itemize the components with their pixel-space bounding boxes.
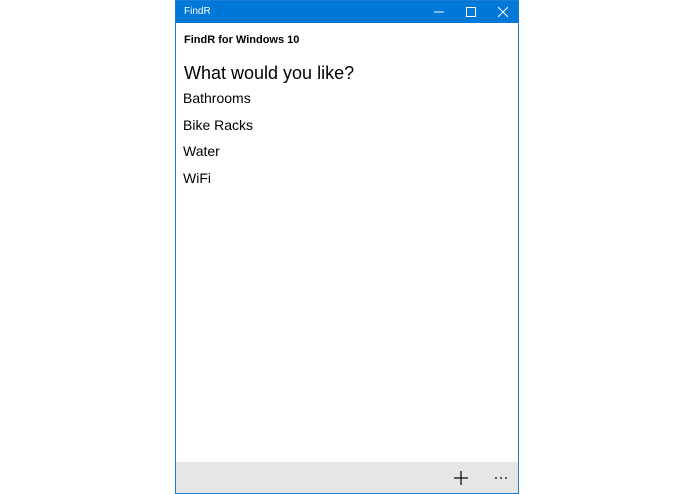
page-title: What would you like? <box>184 63 355 83</box>
ellipsis-icon <box>495 476 507 479</box>
window-title: FindR <box>184 6 211 17</box>
option-list: Bathrooms Bike Racks Water WiFi <box>183 89 253 195</box>
minimize-button[interactable] <box>423 1 455 23</box>
more-button[interactable] <box>488 462 514 493</box>
maximize-button[interactable] <box>455 1 487 23</box>
plus-icon <box>454 470 468 485</box>
list-item-wifi[interactable]: WiFi <box>183 169 253 196</box>
command-bar <box>176 462 518 493</box>
maximize-icon <box>466 7 476 17</box>
list-item-water[interactable]: Water <box>183 142 253 169</box>
minimize-icon <box>434 11 444 13</box>
app-header: FindR for Windows 10 <box>184 34 300 46</box>
close-button[interactable] <box>487 1 519 23</box>
title-bar[interactable]: FindR <box>176 1 518 23</box>
main-content: FindR for Windows 10 What would you like… <box>176 23 518 462</box>
list-item-bike-racks[interactable]: Bike Racks <box>183 116 253 143</box>
list-item-bathrooms[interactable]: Bathrooms <box>183 89 253 116</box>
close-icon <box>498 7 508 17</box>
add-button[interactable] <box>448 462 474 493</box>
app-window: FindR FindR for Windows 10 What would yo… <box>175 0 519 494</box>
